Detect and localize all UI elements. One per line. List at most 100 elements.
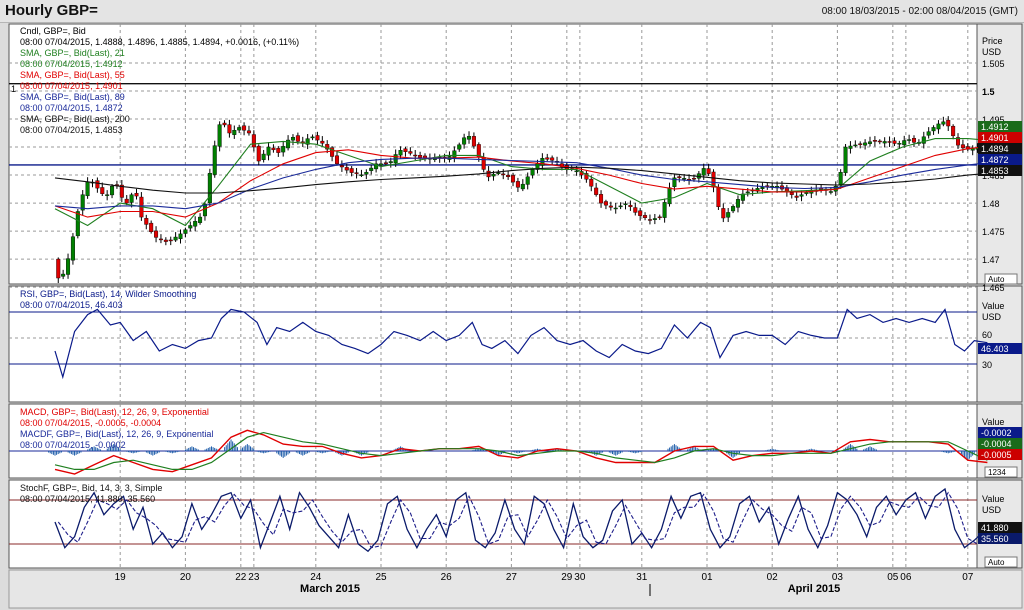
candle-bullish: [652, 218, 657, 220]
candle-bullish: [902, 140, 907, 146]
candle-bullish: [799, 194, 804, 197]
candle-bullish: [129, 194, 134, 203]
month-label-april: April 2015: [788, 583, 841, 595]
x-tick-label: 31: [636, 572, 648, 583]
candle-bearish: [633, 207, 638, 213]
candle-bearish: [403, 148, 408, 152]
macd-legend-line: 08:00 07/04/2015, -0.0002: [20, 440, 126, 450]
candle-bullish: [110, 186, 115, 196]
candle-bullish: [188, 225, 193, 229]
x-tick-label: 03: [832, 572, 844, 583]
candle-bullish: [853, 144, 858, 147]
price-value-tag-text: 1.4872: [981, 155, 1009, 165]
candle-bearish: [677, 176, 682, 179]
candle-bullish: [369, 167, 374, 171]
price-tick-label: 1.5: [982, 87, 995, 97]
macd-value-tag-text: -0.0005: [981, 450, 1012, 460]
price-legend-line: 08:00 07/04/2015, 1.4853: [20, 125, 123, 135]
candle-bearish: [628, 204, 633, 208]
chart-canvas[interactable]: 19 20 22 23 24 25 26 27 29 30 31 01 02 03 05 06 07March …: [0, 22, 1024, 610]
candle-bullish: [364, 172, 369, 175]
candle-bullish: [525, 176, 530, 185]
candle-bearish: [657, 216, 662, 219]
candle-bullish: [281, 146, 286, 153]
candle-bullish: [623, 203, 628, 205]
candle-bullish: [926, 131, 931, 136]
price-legend-line: 08:00 07/04/2015, 1.4901: [20, 81, 123, 91]
candle-bearish: [276, 148, 281, 153]
x-tick-label: 27: [506, 572, 518, 583]
candle-bullish: [936, 123, 941, 130]
candle-bearish: [706, 168, 711, 174]
candle-bullish: [388, 161, 393, 164]
candle-bearish: [721, 208, 726, 219]
candle-bullish: [66, 258, 71, 275]
date-range: 08:00 18/03/2015 - 02:00 08/04/2015 (GMT…: [821, 6, 1018, 17]
macd-value-tag-text: -0.0004: [981, 439, 1012, 449]
x-tick-label: 02: [767, 572, 779, 583]
candle-bullish: [61, 273, 66, 277]
candle-bullish: [217, 124, 222, 147]
candle-bullish: [452, 150, 457, 158]
price-legend-line: Cndl, GBP=, Bid: [20, 26, 86, 36]
x-tick-label: 25: [375, 572, 387, 583]
candle-bullish: [662, 202, 667, 218]
candle-bullish: [379, 163, 384, 166]
month-label-march: March 2015: [300, 583, 360, 595]
candle-bearish: [56, 258, 61, 279]
price-legend-line: 08:00 07/04/2015, 1.4888, 1.4896, 1.4885…: [20, 37, 299, 47]
candle-bullish: [618, 205, 623, 208]
x-tick-label: 24: [310, 572, 322, 583]
chart-title: Hourly GBP=: [5, 2, 98, 19]
candle-bullish: [882, 141, 887, 144]
candle-bullish: [491, 173, 496, 177]
candle-bullish: [85, 181, 90, 197]
price-value-tag-text: 1.4894: [981, 144, 1009, 154]
candle-bullish: [897, 143, 902, 145]
x-tick-label: 07: [962, 572, 974, 583]
candle-bullish: [178, 233, 183, 239]
candle-bearish: [960, 144, 965, 149]
candle-bearish: [158, 238, 163, 241]
candle-bearish: [124, 198, 129, 204]
candle-bullish: [667, 187, 672, 205]
candle-bearish: [599, 194, 604, 204]
price-legend-line: SMA, GBP=, Bid(Last), 21: [20, 48, 125, 58]
candle-bearish: [501, 173, 506, 176]
candle-bullish: [398, 150, 403, 156]
candle-bullish: [731, 206, 736, 212]
candle-bullish: [462, 137, 467, 145]
candle-bearish: [912, 137, 917, 143]
rsi-tick-30: 30: [982, 360, 992, 370]
marker-one: 1: [11, 84, 16, 94]
candle-bullish: [701, 168, 706, 176]
candle-bullish: [613, 207, 618, 210]
candle-bearish: [691, 178, 696, 180]
candle-bearish: [95, 180, 100, 189]
rsi-tick-60: 60: [982, 330, 992, 340]
candle-bearish: [794, 195, 799, 198]
candle-bearish: [242, 125, 247, 131]
candle-bearish: [486, 170, 491, 178]
price-axis-unit: USD: [982, 47, 1002, 57]
candle-bullish: [574, 170, 579, 173]
rsi-value-tag-text: 46.403: [981, 344, 1009, 354]
price-tick-label: 1.47: [982, 255, 1000, 265]
candle-bearish: [383, 162, 388, 165]
candle-bullish: [232, 130, 237, 135]
candle-bullish: [266, 146, 271, 156]
rsi-legend-line: 08:00 07/04/2015, 46.403: [20, 300, 123, 310]
candle-bearish: [515, 181, 520, 188]
x-tick-label: 19: [115, 572, 127, 583]
candle-bearish: [227, 124, 232, 134]
price-value-tag-text: 1.4853: [981, 166, 1009, 176]
x-tick-label: 22: [235, 572, 247, 583]
candle-bearish: [246, 130, 251, 134]
price-tick-label: 1.48: [982, 199, 1000, 209]
candle-bearish: [256, 145, 261, 162]
candle-bearish: [354, 172, 359, 174]
macd-legend-line: MACD, GBP=, Bid(Last), 12, 26, 9, Expone…: [20, 407, 209, 417]
candle-bearish: [251, 134, 256, 148]
x-tick-label: 01: [701, 572, 713, 583]
candle-bullish: [838, 172, 843, 185]
